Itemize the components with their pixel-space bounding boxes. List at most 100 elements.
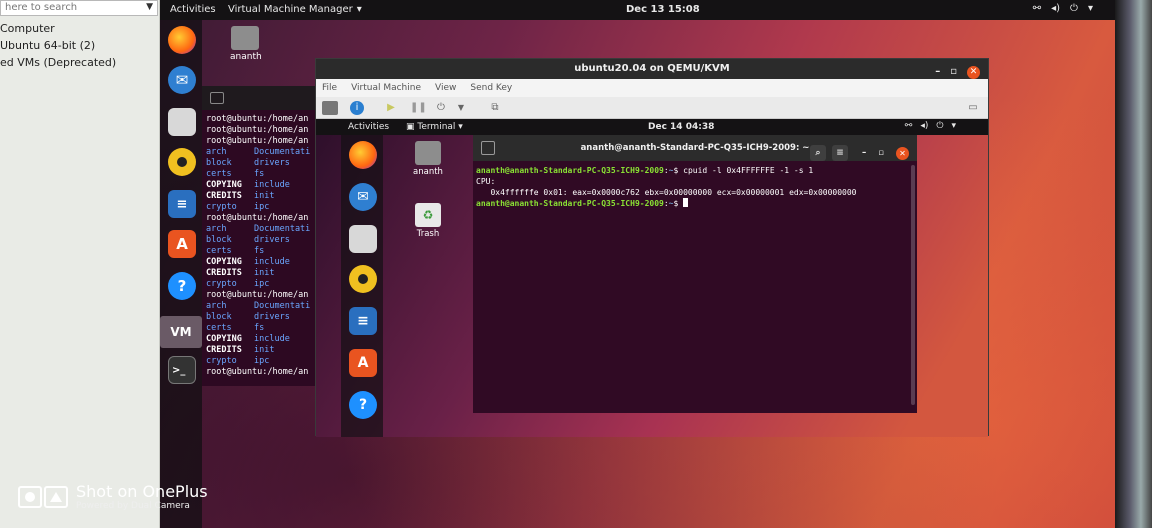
listing-entry: COPYING bbox=[206, 257, 242, 267]
help-icon[interactable]: ? bbox=[168, 272, 196, 300]
guest-activities-button[interactable]: Activities bbox=[348, 122, 389, 132]
terminal-icon[interactable]: >_ bbox=[168, 356, 196, 384]
guest-terminal-output: ananth@ananth-Standard-PC-Q35-ICH9-2009:… bbox=[476, 166, 857, 208]
new-tab-icon[interactable] bbox=[210, 92, 224, 104]
writer-icon[interactable]: ≡ bbox=[349, 307, 377, 335]
console-icon[interactable] bbox=[322, 101, 338, 115]
hamburger-menu-icon[interactable]: ≡ bbox=[831, 145, 848, 161]
host-top-bar: Activities Virtual Machine Manager ▾ Dec … bbox=[160, 0, 1115, 20]
guest-system-tray[interactable]: ⚯ ◂) ⏻ ▾ bbox=[905, 121, 956, 131]
vm-title-bar[interactable]: ubuntu20.04 on QEMU/KVM – ▫ ✕ bbox=[316, 59, 988, 79]
sidebar-item-computer[interactable]: Computer bbox=[0, 22, 55, 35]
terminal-line: COPYING include bbox=[206, 334, 320, 345]
listing-entry: include bbox=[254, 257, 290, 267]
dropdown-arrow-icon[interactable]: ▼ bbox=[146, 1, 153, 14]
snapshot-icon[interactable]: ⧉ bbox=[488, 101, 502, 115]
watermark-subtitle: Powered by Dual Camera bbox=[76, 501, 190, 511]
terminal-header bbox=[202, 86, 322, 110]
thunderbird-icon[interactable]: ✉ bbox=[168, 66, 196, 94]
help-icon[interactable]: ? bbox=[349, 391, 377, 419]
listing-entry: block bbox=[206, 158, 232, 168]
sidebar-item-shared-vms[interactable]: ed VMs (Deprecated) bbox=[0, 56, 116, 69]
play-icon[interactable]: ▶ bbox=[384, 101, 398, 115]
menu-file[interactable]: File bbox=[322, 79, 337, 97]
guest-terminal-title: ananth@ananth-Standard-PC-Q35-ICH9-2009:… bbox=[580, 143, 810, 153]
watermark-title: Shot on OnePlus bbox=[76, 482, 208, 501]
writer-icon[interactable]: ≡ bbox=[168, 190, 196, 218]
power-icon[interactable]: ⏻ bbox=[434, 101, 448, 115]
guest-clock[interactable]: Dec 14 04:38 bbox=[648, 122, 714, 132]
search-input[interactable]: here to search ▼ bbox=[0, 0, 158, 16]
software-icon[interactable]: A bbox=[168, 230, 196, 258]
close-icon[interactable]: ✕ bbox=[896, 146, 909, 160]
listing-entry: certs bbox=[206, 169, 232, 179]
vm-window[interactable]: ubuntu20.04 on QEMU/KVM – ▫ ✕ File Virtu… bbox=[315, 58, 989, 437]
terminal-line: CREDITS init bbox=[206, 268, 320, 279]
chevron-down-icon: ▾ bbox=[1087, 3, 1093, 14]
terminal-line: CREDITS init bbox=[206, 345, 320, 356]
pause-icon[interactable]: ❚❚ bbox=[410, 101, 427, 115]
guest-home-folder[interactable]: ananth bbox=[408, 141, 448, 177]
new-tab-icon[interactable] bbox=[481, 141, 495, 155]
listing-entry: ipc bbox=[254, 356, 270, 366]
vm-menu-bar: File Virtual Machine View Send Key bbox=[316, 79, 988, 97]
firefox-icon[interactable] bbox=[349, 141, 377, 169]
minimize-icon[interactable]: – bbox=[862, 140, 866, 166]
rhythmbox-icon[interactable] bbox=[349, 265, 377, 293]
rhythmbox-icon[interactable] bbox=[168, 148, 196, 176]
desktop-folder[interactable]: ananth bbox=[230, 26, 262, 62]
minimize-icon[interactable]: – bbox=[935, 62, 940, 82]
terminal-line: crypto ipc bbox=[206, 356, 320, 367]
close-icon[interactable]: ✕ bbox=[967, 65, 980, 79]
thunderbird-icon[interactable]: ✉ bbox=[349, 183, 377, 211]
terminal-line: block drivers bbox=[206, 312, 320, 323]
listing-entry: init bbox=[254, 191, 275, 201]
listing-entry: include bbox=[254, 180, 290, 190]
chevron-down-icon[interactable]: ▼ bbox=[454, 101, 468, 115]
search-placeholder: here to search bbox=[5, 2, 78, 13]
menu-send-key[interactable]: Send Key bbox=[470, 79, 512, 97]
listing-entry: certs bbox=[206, 246, 232, 256]
listing-entry: include bbox=[254, 334, 290, 344]
system-tray[interactable]: ⚯ ◂) ⏻ ▾ bbox=[1033, 3, 1093, 14]
menu-virtual-machine[interactable]: Virtual Machine bbox=[351, 79, 421, 97]
maximize-icon[interactable]: ▫ bbox=[950, 62, 957, 82]
output-line: 0x4ffffffe 0x01: eax=0x0000c762 ebx=0x00… bbox=[476, 188, 857, 197]
terminal-line: COPYING include bbox=[206, 180, 320, 191]
app-menu[interactable]: Virtual Machine Manager ▾ bbox=[228, 4, 362, 15]
listing-entry: crypto bbox=[206, 356, 237, 366]
listing-entry: CREDITS bbox=[206, 345, 242, 355]
files-icon[interactable] bbox=[349, 225, 377, 253]
text-cursor bbox=[683, 198, 689, 207]
terminal-line: certs fs bbox=[206, 169, 320, 180]
listing-entry: arch bbox=[206, 224, 227, 234]
listing-entry: init bbox=[254, 268, 275, 278]
sidebar-item-ubuntu[interactable]: Ubuntu 64-bit (2) bbox=[0, 39, 95, 52]
terminal-scrollbar[interactable] bbox=[911, 165, 915, 405]
firefox-icon[interactable] bbox=[168, 26, 196, 54]
info-icon[interactable]: i bbox=[350, 101, 364, 115]
prompt-user: ananth@ananth-Standard-PC-Q35-ICH9-2009 bbox=[476, 166, 664, 175]
files-icon[interactable] bbox=[168, 108, 196, 136]
clock[interactable]: Dec 13 15:08 bbox=[626, 4, 700, 15]
guest-screen[interactable]: Activities ▣ Terminal ▾ Dec 14 04:38 ⚯ ◂… bbox=[316, 119, 988, 437]
search-icon[interactable]: ⌕ bbox=[809, 145, 826, 161]
fullscreen-icon[interactable]: ▭ bbox=[966, 101, 980, 115]
maximize-icon[interactable]: ▫ bbox=[878, 140, 884, 166]
guest-app-menu[interactable]: ▣ Terminal ▾ bbox=[406, 122, 463, 132]
command-text: cpuid -l 0x4FFFFFFE -1 -s 1 bbox=[683, 166, 814, 175]
menu-view[interactable]: View bbox=[435, 79, 456, 97]
host-terminal[interactable]: root@ubuntu:/home/an root@ubuntu:/home/an… bbox=[202, 86, 322, 386]
activities-button[interactable]: Activities bbox=[170, 4, 216, 15]
guest-trash[interactable]: ♻ Trash bbox=[408, 203, 448, 239]
software-icon[interactable]: A bbox=[349, 349, 377, 377]
guest-terminal[interactable]: ananth@ananth-Standard-PC-Q35-ICH9-2009:… bbox=[473, 135, 917, 413]
listing-entry: drivers bbox=[254, 312, 290, 322]
listing-entry: init bbox=[254, 345, 275, 355]
output-line: CPU: bbox=[476, 177, 496, 186]
guest-terminal-header[interactable]: ananth@ananth-Standard-PC-Q35-ICH9-2009:… bbox=[473, 135, 917, 161]
volume-icon: ◂) bbox=[1051, 3, 1061, 14]
terminal-line: arch Documentati bbox=[206, 147, 320, 158]
listing-entry: ipc bbox=[254, 202, 270, 212]
virt-manager-icon[interactable]: VM bbox=[160, 316, 202, 348]
